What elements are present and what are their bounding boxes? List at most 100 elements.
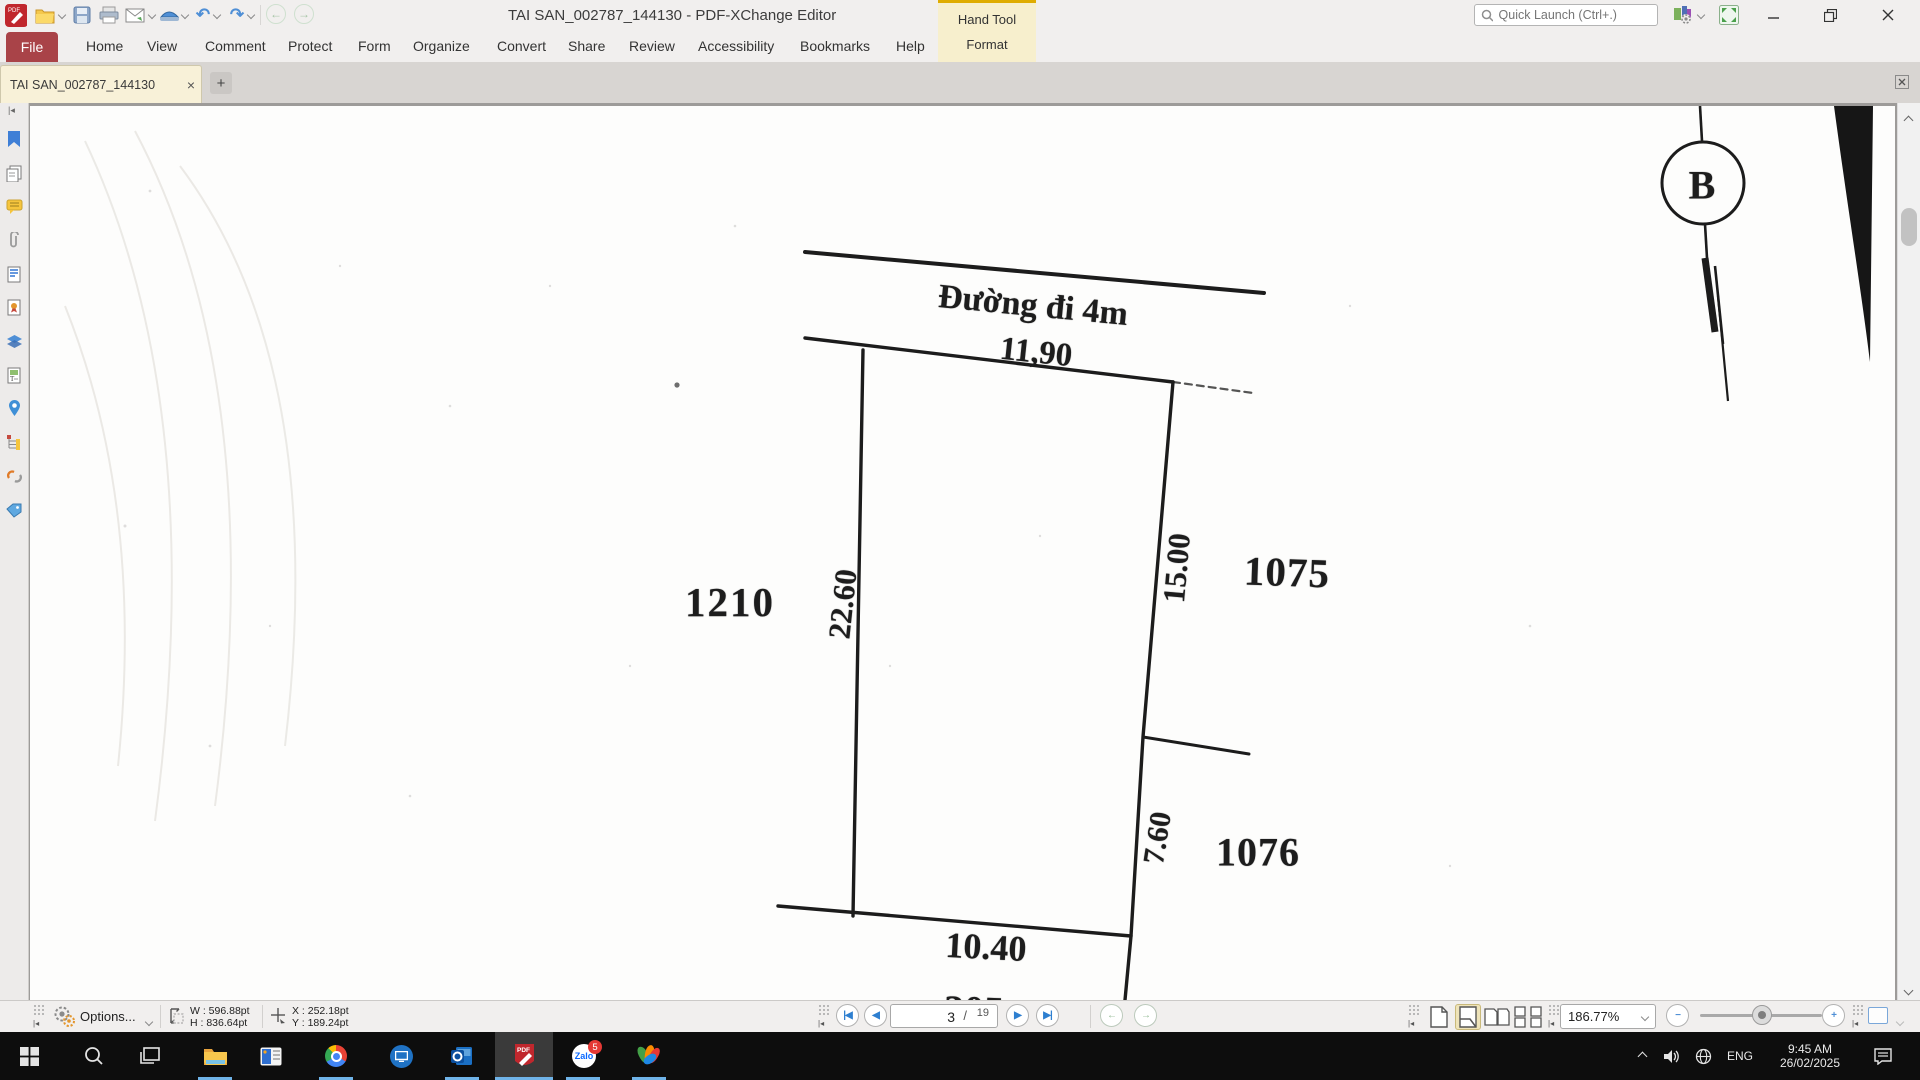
tags-panel-icon[interactable]	[4, 500, 24, 520]
zoom-out-button[interactable]: −	[1666, 1004, 1689, 1027]
statusbar-grip[interactable]	[33, 1004, 46, 1017]
outlook-icon[interactable]	[443, 1032, 481, 1080]
options-gear-icon[interactable]	[52, 1005, 76, 1034]
scroll-down-icon[interactable]	[1905, 981, 1914, 990]
zoom-slider-thumb[interactable]	[1752, 1005, 1772, 1025]
redo-icon[interactable]: ↷	[226, 4, 248, 26]
last-page-button[interactable]: ▶|	[1036, 1004, 1059, 1027]
quick-launch-box[interactable]	[1474, 4, 1658, 26]
redo-dropdown[interactable]	[246, 4, 256, 26]
menu-comment[interactable]: Comment	[205, 38, 266, 54]
scanner-dropdown[interactable]	[180, 4, 190, 26]
pagenav-grip[interactable]	[818, 1004, 831, 1017]
multi-page-view-icon[interactable]	[1513, 1004, 1545, 1030]
photos-app-icon[interactable]	[630, 1032, 668, 1080]
two-page-view-icon[interactable]	[1484, 1004, 1510, 1030]
email-dropdown[interactable]	[147, 4, 157, 26]
zoomcluster-collapse-icon[interactable]: |◂	[1408, 1019, 1414, 1028]
menu-form[interactable]: Form	[358, 38, 391, 54]
menu-share[interactable]: Share	[568, 38, 605, 54]
start-button[interactable]	[10, 1032, 48, 1080]
menu-review[interactable]: Review	[629, 38, 675, 54]
ui-options-icon[interactable]	[1672, 4, 1694, 26]
page-layout-button[interactable]	[1868, 1007, 1888, 1024]
attachments-panel-icon[interactable]	[4, 230, 24, 250]
tabbar-close-icon[interactable]	[1890, 70, 1914, 94]
vertical-scrollbar[interactable]	[1897, 103, 1920, 1000]
format-label[interactable]: Format	[938, 37, 1036, 52]
handtool-format-tab[interactable]: Hand Tool Format	[938, 0, 1036, 62]
links-panel-icon[interactable]	[4, 466, 24, 486]
scanner-icon[interactable]	[158, 4, 180, 26]
layers-panel-icon[interactable]	[4, 331, 24, 351]
scroll-up-icon[interactable]	[1905, 111, 1914, 120]
next-page-button[interactable]: ▶	[1006, 1004, 1029, 1027]
options-dropdown-icon[interactable]	[146, 1012, 152, 1030]
scrollbar-thumb[interactable]	[1901, 208, 1917, 246]
single-page-view-icon[interactable]	[1426, 1004, 1452, 1030]
restore-button[interactable]	[1808, 0, 1852, 30]
print-icon[interactable]	[98, 4, 120, 26]
action-center-icon[interactable]	[1866, 1032, 1900, 1080]
close-button[interactable]	[1866, 0, 1910, 30]
task-view-icon[interactable]	[131, 1032, 169, 1080]
fields-panel-icon[interactable]	[4, 264, 24, 284]
zoomcluster-grip[interactable]	[1408, 1004, 1421, 1017]
ui-options-dropdown[interactable]	[1696, 4, 1706, 26]
tray-expand-icon[interactable]	[1630, 1032, 1654, 1080]
network-icon[interactable]	[1690, 1032, 1716, 1080]
email-icon[interactable]	[124, 4, 146, 26]
chrome-icon[interactable]	[317, 1032, 355, 1080]
fullscreen-icon[interactable]	[1718, 4, 1740, 26]
clock[interactable]: 9:45 AM26/02/2025	[1764, 1032, 1856, 1080]
new-tab-button[interactable]: +	[210, 72, 232, 94]
pdf-page[interactable]: Đường đi 4m 11,90 22.60 1210 15.00 1075 …	[30, 106, 1895, 1000]
end-collapse-icon[interactable]: |◂	[1852, 1019, 1858, 1028]
zoom-dropdown-icon[interactable]	[1641, 1012, 1649, 1020]
menu-organize[interactable]: Organize	[413, 38, 470, 54]
volume-icon[interactable]	[1658, 1032, 1684, 1080]
document-tab[interactable]: TAI SAN_002787_144130 ×	[0, 65, 202, 103]
options-button[interactable]: Options...	[80, 1009, 136, 1024]
page-number-box[interactable]: 3 / 19	[890, 1004, 998, 1028]
content-panel-icon[interactable]: T	[4, 365, 24, 385]
menu-file[interactable]: File	[6, 32, 58, 62]
mail-app-icon[interactable]	[252, 1032, 290, 1080]
pdf-xchange-active-slot[interactable]: PDF	[495, 1032, 553, 1080]
pagenav-collapse-icon[interactable]: |◂	[818, 1019, 824, 1028]
menu-view[interactable]: View	[147, 38, 177, 54]
open-file-dropdown[interactable]	[57, 4, 67, 26]
history-forward-button[interactable]: →	[1134, 1004, 1157, 1027]
save-icon[interactable]	[71, 4, 93, 26]
zoom-level-box[interactable]: 186.77%	[1560, 1004, 1656, 1029]
taskbar-search-icon[interactable]	[75, 1032, 113, 1080]
menu-accessibility[interactable]: Accessibility	[698, 38, 774, 54]
panel-collapse-icon[interactable]: |◂	[8, 105, 15, 116]
back-icon[interactable]: ←	[266, 4, 286, 24]
menu-home[interactable]: Home	[86, 38, 123, 54]
comments-panel-icon[interactable]	[4, 196, 24, 216]
file-explorer-icon[interactable]	[196, 1032, 234, 1080]
zalo-icon[interactable]: Zalo 5	[564, 1032, 604, 1080]
history-back-button[interactable]: ←	[1100, 1004, 1123, 1027]
zoombox-collapse-icon[interactable]: |◂	[1548, 1019, 1554, 1028]
bookmarks-panel-icon[interactable]	[4, 129, 24, 149]
forward-icon[interactable]: →	[294, 4, 314, 24]
destinations-panel-icon[interactable]	[4, 398, 24, 418]
zoom-in-button[interactable]: +	[1822, 1004, 1845, 1027]
language-indicator[interactable]: ENG	[1722, 1032, 1758, 1080]
previous-page-button[interactable]: ◀	[864, 1004, 887, 1027]
first-page-button[interactable]: |◀	[836, 1004, 859, 1027]
fit-page-view-icon[interactable]	[1455, 1004, 1481, 1030]
menu-bookmarks[interactable]: Bookmarks	[800, 38, 870, 54]
tab-close-icon[interactable]: ×	[187, 77, 195, 93]
minimize-button[interactable]	[1752, 0, 1796, 30]
end-grip[interactable]	[1852, 1004, 1865, 1017]
undo-icon[interactable]: ↶	[192, 4, 214, 26]
structure-panel-icon[interactable]	[4, 432, 24, 452]
thumbnails-panel-icon[interactable]	[4, 163, 24, 183]
statusbar-overflow-chevron[interactable]	[1897, 1012, 1903, 1030]
signatures-panel-icon[interactable]	[4, 297, 24, 317]
quick-launch-input[interactable]	[1497, 7, 1651, 23]
menu-protect[interactable]: Protect	[288, 38, 332, 54]
